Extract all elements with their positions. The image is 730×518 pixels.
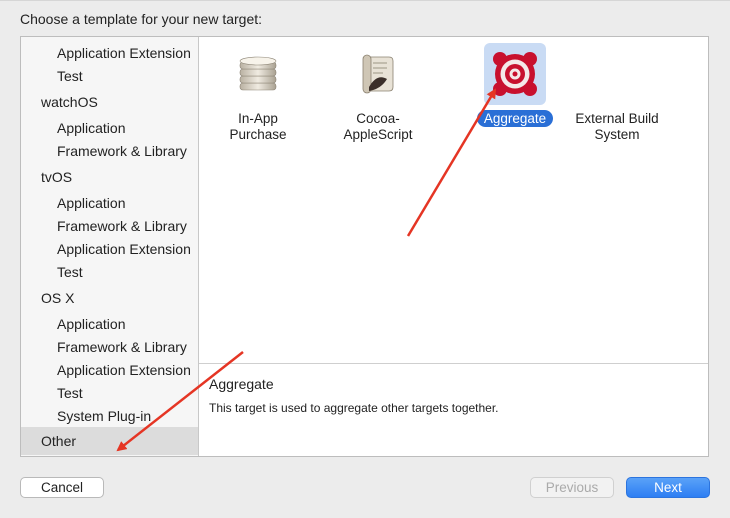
sidebar-group-osx[interactable]: OS X	[21, 287, 198, 310]
applescript-scroll-icon	[347, 43, 409, 105]
template-label-line2: Purchase	[229, 127, 287, 142]
sidebar-group-watchos[interactable]: watchOS	[21, 91, 198, 114]
sidebar-item-framework-library[interactable]: Framework & Library	[21, 215, 198, 238]
template-label-line1: Cocoa-	[356, 111, 400, 126]
template-detail-pane: Aggregate This target is used to aggrega…	[199, 364, 708, 456]
sidebar-group-tvos[interactable]: tvOS	[21, 166, 198, 189]
template-aggregate[interactable]: Aggregate	[468, 43, 562, 127]
next-button[interactable]: Next	[626, 477, 710, 498]
sidebar-item-application[interactable]: Application	[21, 313, 198, 336]
sidebar-item-system-plug-in[interactable]: System Plug-in	[21, 405, 198, 428]
window-top-border	[0, 0, 730, 1]
target-icon	[484, 43, 546, 105]
sidebar-item-framework-library[interactable]: Framework & Library	[21, 140, 198, 163]
template-grid: In-App Purchase Cocoa- AppleScript Aggre…	[199, 37, 708, 363]
detail-description: This target is used to aggregate other t…	[209, 401, 499, 415]
sidebar-item-test[interactable]: Test	[21, 382, 198, 405]
sidebar-item-application-extension[interactable]: Application Extension	[21, 359, 198, 382]
page-title: Choose a template for your new target:	[20, 11, 263, 27]
detail-title: Aggregate	[209, 376, 274, 392]
external-build-icon	[586, 43, 648, 105]
template-chooser-panel: Application Extension Test watchOS Appli…	[20, 36, 709, 457]
template-label-selected: Aggregate	[476, 110, 554, 127]
template-label-line1: External Build	[575, 111, 659, 126]
sidebar-item-application[interactable]: Application	[21, 192, 198, 215]
sidebar-item-test[interactable]: Test	[21, 261, 198, 284]
template-external-build-system[interactable]: External Build System	[571, 43, 663, 143]
sidebar-item-test[interactable]: Test	[21, 65, 198, 88]
platform-sidebar: Application Extension Test watchOS Appli…	[21, 37, 199, 456]
cancel-button[interactable]: Cancel	[20, 477, 104, 498]
previous-button[interactable]: Previous	[530, 477, 614, 498]
sidebar-item-other[interactable]: Other	[21, 427, 198, 455]
coin-stack-icon	[227, 43, 289, 105]
template-in-app-purchase[interactable]: In-App Purchase	[211, 43, 305, 143]
template-label-line2: AppleScript	[343, 127, 413, 142]
sidebar-item-application-extension[interactable]: Application Extension	[21, 238, 198, 261]
sidebar-item-application-extension[interactable]: Application Extension	[21, 42, 198, 65]
sidebar-item-application[interactable]: Application	[21, 117, 198, 140]
template-cocoa-applescript[interactable]: Cocoa- AppleScript	[331, 43, 425, 143]
template-label-line2: System	[594, 127, 640, 142]
sidebar-item-framework-library[interactable]: Framework & Library	[21, 336, 198, 359]
template-label-line1: In-App	[238, 111, 278, 126]
